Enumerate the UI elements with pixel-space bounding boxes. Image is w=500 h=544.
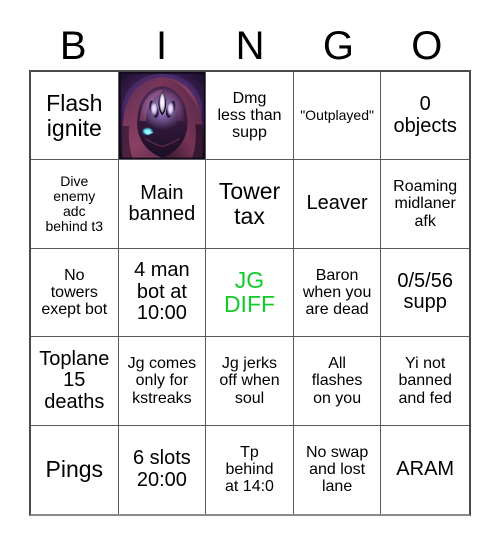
bingo-letter-i: I [156, 24, 168, 68]
bingo-cell-label: Jg jerks off when soul [219, 354, 280, 407]
bingo-grid: Flash ignite Dmg less than supp "Outplay… [29, 70, 471, 516]
bingo-cell-n5[interactable]: Tp behind at 14:0 [206, 425, 294, 514]
bingo-cell-b3[interactable]: No towers exept bot [31, 248, 119, 338]
bingo-cell-label: Flash ignite [46, 89, 103, 141]
bingo-cell-i2[interactable]: Main banned [118, 160, 207, 249]
bingo-cell-n2[interactable]: Tower tax [206, 160, 294, 249]
bingo-cell-g2[interactable]: Leaver [293, 160, 382, 249]
bingo-cell-i3[interactable]: 4 man bot at 10:00 [118, 248, 207, 338]
bingo-letter-o: O [411, 24, 443, 68]
bingo-cell-label: "Outplayed" [300, 107, 374, 124]
bingo-cell-label: 6 slots 20:00 [132, 447, 191, 491]
bingo-cell-i5[interactable]: 6 slots 20:00 [118, 425, 207, 514]
bingo-cell-b5[interactable]: Pings [31, 425, 119, 514]
bingo-cell-label: No towers exept bot [41, 266, 108, 319]
bingo-cell-label: Baron when you are dead [302, 266, 372, 319]
bingo-letter-b: B [59, 24, 87, 68]
bingo-cell-n4[interactable]: Jg jerks off when soul [206, 337, 294, 426]
bingo-cell-o4[interactable]: Yi not banned and fed [381, 337, 469, 426]
bingo-cell-label: Tower tax [218, 178, 281, 230]
bingo-cell-b2[interactable]: Dive enemy adc behind t3 [31, 160, 119, 249]
bingo-cell-label: Tp behind at 14:0 [225, 443, 274, 496]
bingo-header: B I N G O [29, 22, 471, 70]
bingo-cell-o1[interactable]: 0 objects [381, 72, 469, 161]
bingo-cell-b1[interactable]: Flash ignite [31, 72, 119, 161]
bingo-cell-i4[interactable]: Jg comes only for kstreaks [118, 337, 207, 426]
bingo-cell-label: Roaming midlaner afk [393, 178, 458, 230]
bingo-cell-label: 0/5/56 supp [397, 269, 453, 314]
bingo-cell-label: Yi not banned and fed [398, 354, 452, 407]
bingo-cell-label: Dive enemy adc behind t3 [45, 172, 104, 235]
bingo-cell-i1[interactable] [118, 72, 207, 161]
bingo-cell-label: Jg comes only for kstreaks [127, 354, 197, 407]
bingo-cell-b4[interactable]: Toplane 15 deaths [31, 337, 119, 426]
bingo-cell-label: 0 objects [393, 93, 457, 137]
bingo-cell-label: JG DIFF [223, 266, 276, 318]
bingo-cell-g5[interactable]: No swap and lost lane [293, 425, 382, 514]
bingo-cell-g4[interactable]: All flashes on you [293, 337, 382, 426]
bingo-cell-o3[interactable]: 0/5/56 supp [381, 248, 469, 338]
bingo-cell-g3[interactable]: Baron when you are dead [293, 248, 382, 338]
bingo-cell-label: Toplane 15 deaths [39, 347, 110, 413]
bingo-cell-o2[interactable]: Roaming midlaner afk [381, 160, 469, 249]
bingo-cell-o5[interactable]: ARAM [381, 425, 469, 514]
bingo-cell-label: All flashes on you [311, 354, 363, 407]
bingo-cell-label: Main banned [128, 181, 196, 226]
bingo-cell-n1[interactable]: Dmg less than supp [206, 72, 294, 161]
bingo-cell-g1[interactable]: "Outplayed" [293, 72, 382, 161]
champion-portrait-icon [118, 72, 206, 160]
bingo-cell-n3[interactable]: JG DIFF [206, 248, 294, 338]
bingo-letter-g: G [322, 24, 354, 68]
bingo-cell-label: Pings [45, 456, 104, 483]
bingo-cell-label: ARAM [396, 458, 455, 480]
bingo-cell-label: No swap and lost lane [305, 443, 369, 496]
bingo-card: B I N G O Flash ignite Dmg less than sup… [0, 0, 500, 544]
bingo-cell-label: 4 man bot at 10:00 [134, 259, 190, 325]
bingo-letter-n: N [235, 24, 265, 68]
bingo-cell-label: Leaver [306, 192, 368, 215]
bingo-cell-label: Dmg less than supp [217, 89, 282, 142]
